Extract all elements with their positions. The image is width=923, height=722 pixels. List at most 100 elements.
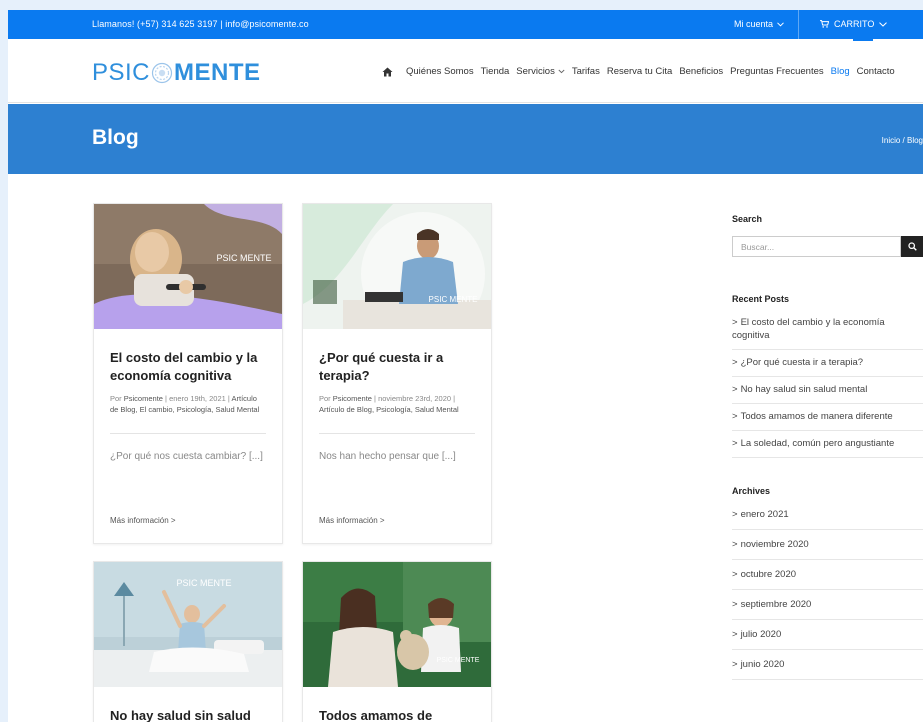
nav-item-preguntas[interactable]: Preguntas Frecuentes: [730, 66, 823, 77]
post-date: | enero 19th, 2021 |: [162, 394, 232, 403]
home-link[interactable]: [382, 67, 393, 77]
post-title[interactable]: El costo del cambio y la economía cognit…: [110, 349, 266, 385]
nav-label: Quiénes Somos: [406, 66, 474, 77]
nav-item-tarifas[interactable]: Tarifas: [572, 66, 600, 77]
recent-post-link[interactable]: > No hay salud sin salud mental: [732, 377, 923, 404]
archive-label: octubre 2020: [740, 569, 797, 580]
recent-post-label: ¿Por qué cuesta ir a terapia?: [740, 357, 864, 368]
post-card: PSIC MENTE No hay salud sin salud: [93, 561, 283, 722]
post-card: PSIC MENTE Todos amamos de: [302, 561, 492, 722]
post-image[interactable]: PSIC MENTE: [303, 204, 491, 329]
home-icon: [382, 67, 393, 76]
chevron-down-icon: [558, 69, 565, 74]
nav-item-servicios[interactable]: Servicios: [516, 66, 565, 77]
nav-item-beneficios[interactable]: Beneficios: [679, 66, 723, 77]
top-bar: Llamanos! (+57) 314 625 3197 | info@psic…: [8, 10, 923, 39]
image-watermark: PSIC MENTE: [437, 657, 480, 664]
my-account-menu[interactable]: Mi cuenta: [734, 19, 784, 29]
chevron-right-icon: >: [732, 569, 738, 580]
post-author-link[interactable]: Psicomente: [124, 394, 163, 403]
post-author-link[interactable]: Psicomente: [333, 394, 372, 403]
active-indicator: [853, 39, 873, 41]
cart-icon: [820, 20, 829, 28]
cart-menu[interactable]: CARRITO: [820, 19, 888, 29]
post-date: | noviembre 23rd, 2020 |: [371, 394, 456, 403]
chevron-right-icon: >: [732, 411, 738, 422]
nav-item-blog[interactable]: Blog: [831, 66, 850, 77]
image-watermark: PSIC MENTE: [176, 578, 231, 588]
archive-link[interactable]: > septiembre 2020: [732, 590, 923, 620]
recent-post-link[interactable]: > El costo del cambio y la economía cogni…: [732, 316, 923, 350]
image-watermark: PSIC MENTE: [216, 253, 271, 263]
topbar-divider: [798, 10, 799, 39]
nav-item-tienda[interactable]: Tienda: [481, 66, 510, 77]
recent-post-label: Todos amamos de manera diferente: [740, 411, 893, 422]
archive-label: julio 2020: [740, 629, 782, 640]
archive-label: septiembre 2020: [740, 599, 812, 610]
recent-post-label: No hay salud sin salud mental: [740, 384, 868, 395]
archive-label: noviembre 2020: [740, 539, 809, 550]
archive-link[interactable]: > octubre 2020: [732, 560, 923, 590]
site-logo[interactable]: PSIC MENTE: [92, 59, 261, 87]
nav-label: Reserva tu Cita: [606, 66, 673, 77]
post-excerpt: ¿Por qué nos cuesta cambiar? [...]: [110, 451, 263, 462]
archive-link[interactable]: > julio 2020: [732, 620, 923, 650]
archive-link[interactable]: > noviembre 2020: [732, 530, 923, 560]
chevron-down-icon: [879, 21, 888, 27]
archive-label: enero 2021: [740, 509, 789, 520]
nav-item-reserva[interactable]: Reserva tu Cita: [607, 66, 672, 77]
post-image[interactable]: PSIC MENTE: [94, 562, 282, 687]
image-watermark: PSIC MENTE: [429, 295, 478, 304]
recent-post-link[interactable]: > La soledad, común pero angustiante: [732, 431, 923, 458]
recent-posts-list: > El costo del cambio y la economía cogni…: [732, 316, 923, 458]
read-more-link[interactable]: Más información >: [319, 516, 475, 543]
post-title[interactable]: ¿Por qué cuesta ir a terapia?: [319, 349, 475, 385]
man-thinking-image: PSIC MENTE: [303, 204, 491, 329]
chevron-right-icon: >: [732, 629, 738, 640]
chevron-right-icon: >: [732, 357, 738, 368]
nav-label: Preguntas Frecuentes: [730, 66, 824, 77]
page-title: Blog: [92, 126, 139, 149]
search-form: [732, 236, 923, 257]
archives-list: > enero 2021 > noviembre 2020 > octubre 202…: [732, 508, 923, 680]
card-divider: [110, 433, 266, 434]
chevron-right-icon: >: [732, 438, 738, 449]
chevron-down-icon: [777, 21, 784, 27]
meta-prefix: Por: [319, 394, 333, 403]
archive-link[interactable]: > enero 2021: [732, 508, 923, 530]
my-account-label: Mi cuenta: [734, 19, 774, 29]
chevron-right-icon: >: [732, 384, 738, 395]
post-card: PSIC MENTE ¿Por qué cuesta ir a terapia?…: [302, 203, 492, 544]
recent-post-link[interactable]: > ¿Por qué cuesta ir a terapia?: [732, 350, 923, 377]
post-title[interactable]: Todos amamos de: [319, 707, 475, 722]
recent-post-link[interactable]: > Todos amamos de manera diferente: [732, 404, 923, 431]
site-header: PSIC MENTE Quiénes Somos Tienda Servicio…: [8, 39, 923, 103]
chevron-right-icon: >: [732, 599, 738, 610]
nav-label: Servicios: [516, 66, 555, 77]
post-image[interactable]: PSIC MENTE: [303, 562, 491, 687]
chevron-right-icon: >: [732, 317, 738, 328]
archive-link[interactable]: > junio 2020: [732, 650, 923, 680]
woman-tired-image: PSIC MENTE: [94, 204, 282, 329]
nav-label: Tarifas: [571, 66, 600, 77]
post-meta: Por Psicomente | noviembre 23rd, 2020 | …: [319, 393, 475, 415]
search-input[interactable]: [732, 236, 901, 257]
read-more-link[interactable]: Más información >: [110, 516, 266, 543]
post-title[interactable]: No hay salud sin salud: [110, 707, 266, 722]
breadcrumb[interactable]: Inicio / Blog: [882, 136, 923, 145]
recent-post-label: La soledad, común pero angustiante: [740, 438, 895, 449]
chevron-right-icon: >: [732, 659, 738, 670]
meta-prefix: Por: [110, 394, 124, 403]
main-nav: Quiénes Somos Tienda Servicios Tarifas R…: [382, 66, 902, 77]
nav-item-quienes-somos[interactable]: Quiénes Somos: [406, 66, 474, 77]
post-image[interactable]: PSIC MENTE: [94, 204, 282, 329]
post-categories[interactable]: Artículo de Blog, Psicología, Salud Ment…: [319, 405, 459, 414]
nav-label: Tienda: [480, 66, 510, 77]
post-card: PSIC MENTE El costo del cambio y la econ…: [93, 203, 283, 544]
woman-waking-image: PSIC MENTE: [94, 562, 282, 687]
search-button[interactable]: [901, 236, 923, 257]
recent-posts-heading: Recent Posts: [732, 294, 790, 304]
search-icon: [907, 242, 917, 251]
nav-item-contacto[interactable]: Contacto: [857, 66, 895, 77]
post-meta: Por Psicomente | enero 19th, 2021 | Artí…: [110, 393, 266, 415]
